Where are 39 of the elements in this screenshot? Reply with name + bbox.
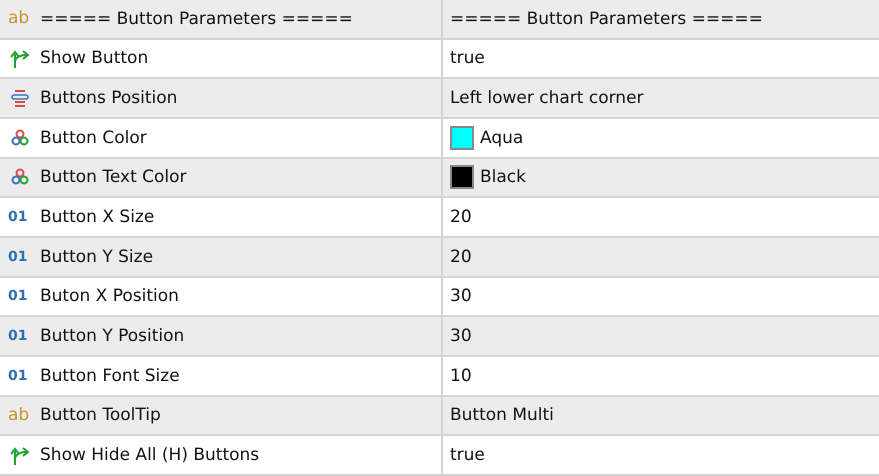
parameter-value: 30 bbox=[450, 286, 472, 306]
parameter-value-cell[interactable]: Button Multi bbox=[443, 396, 879, 436]
number-type-icon: 01 bbox=[8, 289, 32, 304]
parameter-value: 20 bbox=[450, 207, 472, 228]
parameter-value: 30 bbox=[450, 326, 472, 346]
parameter-name: Button Font Size bbox=[40, 366, 180, 386]
parameter-name: Show Button bbox=[40, 48, 148, 68]
parameter-value: Button Multi bbox=[450, 405, 554, 426]
parameter-value: true bbox=[450, 445, 485, 466]
parameter-name: Button X Size bbox=[40, 207, 154, 228]
number-type-icon: 01 bbox=[8, 368, 32, 383]
number-type-icon: 01 bbox=[8, 329, 32, 344]
parameter-name: Buttons Position bbox=[40, 88, 178, 108]
parameter-name: Button ToolTip bbox=[40, 405, 161, 426]
parameter-name: Button Color bbox=[40, 128, 147, 148]
parameter-value: 10 bbox=[450, 366, 472, 386]
number-type-icon: 01 bbox=[8, 250, 32, 264]
parameter-value: Aqua bbox=[480, 128, 524, 148]
parameter-value: true bbox=[450, 48, 485, 68]
parameter-value: ===== Button Parameters ===== bbox=[450, 8, 763, 29]
parameter-name: Button Text Color bbox=[40, 167, 187, 188]
text-type-icon: ab bbox=[8, 10, 32, 28]
parameter-name: Buton X Position bbox=[40, 286, 179, 306]
parameter-name: ===== Button Parameters ===== bbox=[40, 8, 353, 29]
parameter-value-cell[interactable]: 20 bbox=[443, 238, 879, 278]
text-type-icon: ab bbox=[8, 406, 32, 424]
parameter-name: Button Y Size bbox=[40, 246, 154, 267]
parameter-value: Left lower chart corner bbox=[450, 88, 644, 108]
parameter-value-cell[interactable]: Left lower chart corner bbox=[443, 79, 879, 119]
parameter-value-cell[interactable]: ===== Button Parameters ===== bbox=[443, 0, 879, 40]
parameter-value-cell[interactable]: 30 bbox=[443, 317, 879, 357]
parameter-value: 20 bbox=[450, 246, 472, 267]
parameter-value-cell[interactable]: true bbox=[443, 40, 879, 80]
parameter-name: Button Y Position bbox=[40, 326, 184, 346]
parameter-value: Black bbox=[480, 167, 526, 188]
number-type-icon: 01 bbox=[8, 210, 32, 224]
parameter-name: Show Hide All (H) Buttons bbox=[40, 445, 260, 466]
parameter-value-cell[interactable]: 30 bbox=[443, 278, 879, 318]
parameter-value-cell[interactable]: Black bbox=[443, 158, 879, 198]
